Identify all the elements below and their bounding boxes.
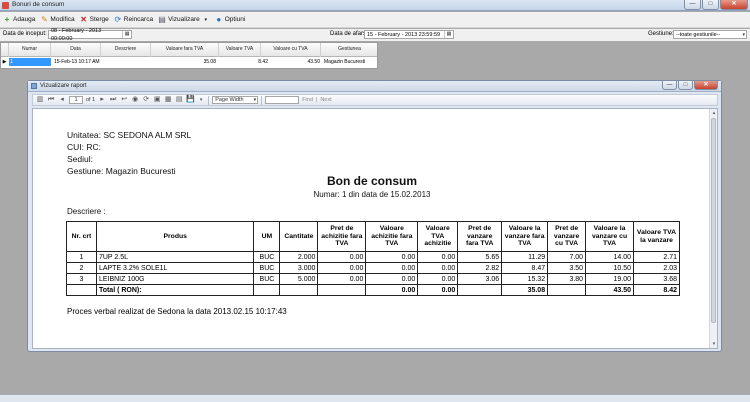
- chevron-down-icon: ▾: [742, 32, 745, 38]
- calendar-icon[interactable]: ▦: [444, 31, 453, 38]
- next-link[interactable]: Next: [320, 97, 331, 103]
- end-date-picker[interactable]: 15 - February - 2013 23:59:59 ▦: [364, 30, 454, 39]
- toggle-panel-icon[interactable]: ▥: [36, 96, 44, 104]
- table-row: 1 7UP 2.5L BUC 2.000 0.00 0.00 0.00 5.65…: [66, 251, 680, 263]
- next-page-icon[interactable]: ▸: [98, 96, 106, 104]
- reload-button[interactable]: ⟳ Reincarca: [114, 14, 153, 24]
- start-date-picker[interactable]: 08 - February - 2013 00:00:00 ▦: [48, 28, 132, 42]
- close-button[interactable]: ✕: [720, 0, 748, 10]
- col-valoare-tva[interactable]: Valoare TVA: [219, 43, 261, 57]
- report-close-button[interactable]: ✕: [694, 81, 718, 90]
- report-window-title-bar: Vizualizare raport — □ ✕: [28, 81, 721, 92]
- window-bottom-border: [0, 394, 750, 402]
- report-icon: [31, 83, 37, 89]
- unitatea-line: Unitatea: SC SEDONA ALM SRL: [67, 130, 192, 140]
- chevron-down-icon[interactable]: ▾: [197, 96, 205, 104]
- col-valoare-cu-tva[interactable]: Valoare cu TVA: [261, 43, 321, 57]
- calendar-icon[interactable]: ▦: [122, 31, 131, 38]
- page-setup-icon[interactable]: ▤: [175, 96, 183, 104]
- report-view-icon: ▤: [158, 14, 166, 24]
- minimize-button[interactable]: —: [684, 0, 701, 10]
- back-icon[interactable]: ↩: [120, 96, 128, 104]
- col-data[interactable]: Data: [51, 43, 101, 57]
- app-icon: [2, 2, 9, 9]
- previous-page-icon[interactable]: ◂: [58, 96, 66, 104]
- table-row[interactable]: 1 15-Feb-13 10:17 AM 35.08 8.42 43.50 Ma…: [1, 58, 377, 66]
- scroll-thumb[interactable]: [711, 118, 716, 323]
- add-button[interactable]: + Adauga: [3, 14, 36, 24]
- export-icon[interactable]: 💾: [186, 96, 195, 104]
- window-title-bar: Bonuri de consum — □ ✕: [0, 0, 750, 11]
- window-title: Bonuri de consum: [12, 1, 65, 8]
- descriere-line: Descriere :: [67, 207, 106, 216]
- table-row: 2 LAPTE 3.2% SOLE1L BUC 3.000 0.00 0.00 …: [66, 262, 680, 274]
- col-valoare-fara-tva[interactable]: Valoare fara TVA: [151, 43, 219, 57]
- delete-x-icon: ✕: [80, 14, 87, 24]
- table-row: 3 LEIBNIZ 100G BUC 5.000 0.00 0.00 0.00 …: [66, 273, 680, 285]
- gestiune-select[interactable]: --toate gestiunile-- ▾: [673, 30, 747, 39]
- report-title: Bon de consum: [326, 174, 417, 188]
- find-input[interactable]: [265, 96, 300, 104]
- sediul-line: Sediul:: [67, 154, 93, 164]
- options-button[interactable]: ● Optiuni: [215, 14, 245, 24]
- start-date-label: Data de inceput:: [3, 31, 47, 37]
- last-page-icon[interactable]: ⏭: [109, 96, 117, 104]
- delete-button[interactable]: ✕ Sterge: [80, 14, 109, 24]
- col-gestiunea[interactable]: Gestiunea: [321, 43, 378, 57]
- scroll-up-icon[interactable]: ▴: [710, 109, 718, 117]
- col-numar[interactable]: Numar: [9, 43, 51, 57]
- print-icon[interactable]: ▣: [153, 96, 161, 104]
- scroll-down-icon[interactable]: ▾: [710, 340, 718, 348]
- filter-bar: Data de inceput: 08 - February - 2013 00…: [0, 28, 750, 42]
- vertical-scrollbar[interactable]: ▴ ▾: [709, 109, 717, 348]
- print-layout-icon[interactable]: ▦: [164, 96, 172, 104]
- page-number-input[interactable]: 1: [69, 96, 83, 104]
- total-row: Total ( RON): 0.00 0.00 35.08 43.50 8.42: [66, 284, 680, 296]
- chevron-down-icon: ▾: [204, 16, 207, 23]
- zoom-select[interactable]: Page Width ▾: [212, 96, 259, 104]
- cui-line: CUI: RC:: [67, 142, 101, 152]
- gestiune-label: Gestiune:: [648, 31, 674, 37]
- report-minimize-button[interactable]: —: [662, 81, 677, 90]
- refresh-icon[interactable]: ⟳: [142, 96, 150, 104]
- grid-header: Numar Data Descriere Valoare fara TVA Va…: [1, 43, 377, 57]
- chevron-down-icon: ▾: [253, 97, 257, 103]
- edit-button[interactable]: ✎ Modifica: [40, 14, 75, 24]
- reload-icon: ⟳: [114, 14, 122, 24]
- maximize-button[interactable]: □: [702, 0, 719, 10]
- col-descriere[interactable]: Descriere: [101, 43, 151, 57]
- report-toolbar: ▥ ⏮ ◂ 1 of 1 ▸ ⏭ ↩ ◉ ⟳ ▣ ▦ ▤ 💾 ▾ Page Wi…: [32, 94, 718, 106]
- find-link[interactable]: Find: [302, 97, 313, 103]
- consumption-table: Nr. crt Produs UM Cantitate Pret de achi…: [66, 221, 680, 296]
- first-page-icon[interactable]: ⏮: [47, 96, 55, 104]
- options-gear-icon: ●: [216, 14, 222, 24]
- report-subtitle: Numar: 1 din data de 15.02.2013: [313, 190, 431, 199]
- report-footer-text: Proces verbal realizat de Sedona la data…: [67, 307, 287, 316]
- table-header-row: Nr. crt Produs UM Cantitate Pret de achi…: [66, 221, 680, 252]
- page-total-label: of 1: [86, 97, 96, 103]
- report-viewport[interactable]: Unitatea: SC SEDONA ALM SRL CUI: RC: Sed…: [32, 108, 718, 349]
- report-window: Vizualizare raport — □ ✕ ▥ ⏮ ◂ 1 of 1 ▸ …: [27, 80, 722, 352]
- receipts-grid: Numar Data Descriere Valoare fara TVA Va…: [0, 42, 378, 69]
- stop-icon[interactable]: ◉: [131, 96, 139, 104]
- pencil-icon: ✎: [41, 14, 48, 24]
- plus-icon: +: [4, 14, 10, 24]
- view-button[interactable]: ▤ Vizualizare ▾: [158, 14, 210, 24]
- report-maximize-button[interactable]: □: [678, 81, 693, 90]
